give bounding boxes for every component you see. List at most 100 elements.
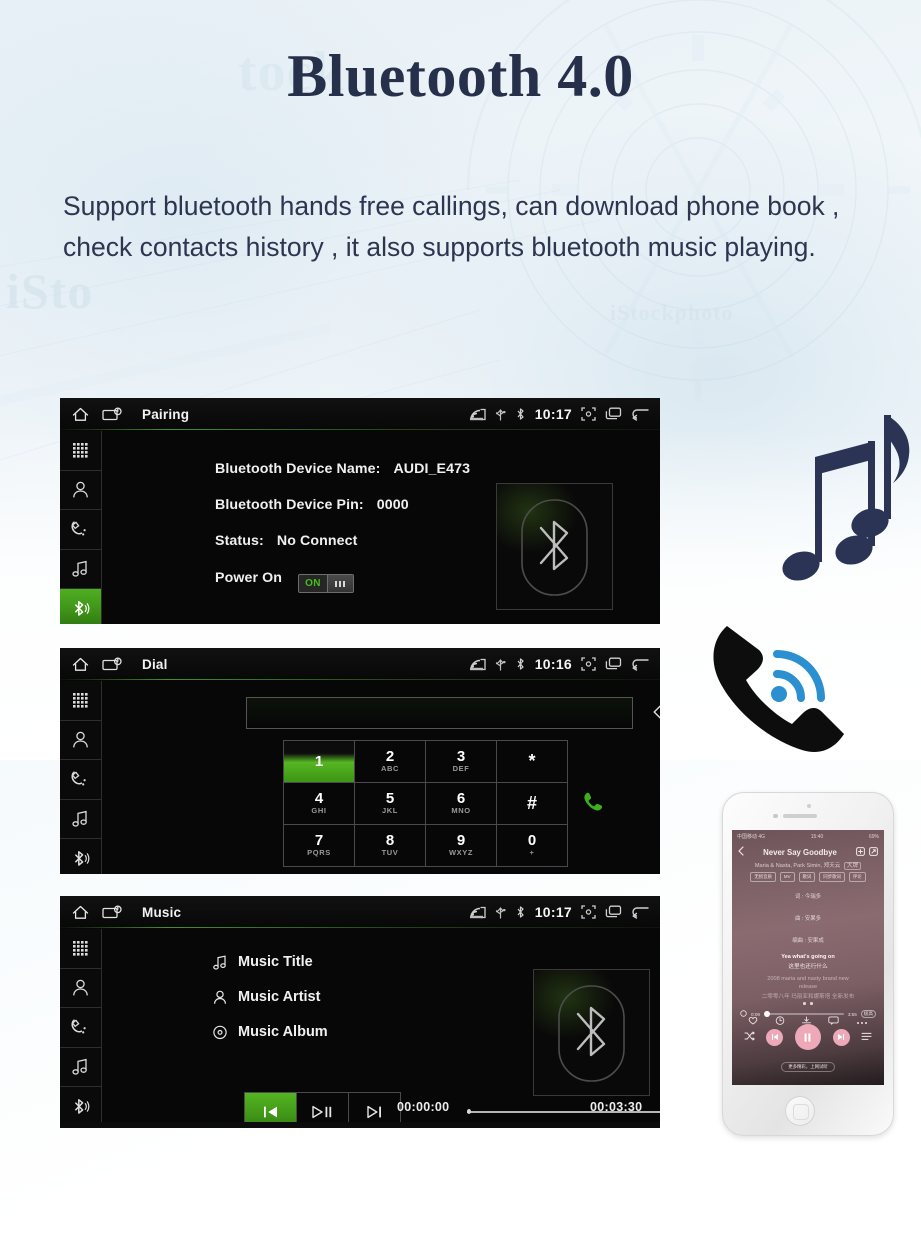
fullscreen-icon[interactable] [581,657,596,671]
back-arrow-icon[interactable] [631,407,649,421]
bluetooth-icon [515,407,526,421]
sidebar-item-call-history[interactable] [60,510,102,550]
bluetooth-logo-panel [496,483,613,610]
keypad-row: 1 2 ABC 3 DEF * [283,740,584,783]
sidebar-item-call-history[interactable] [60,760,102,800]
phone-tag[interactable]: 歌词 [798,872,816,882]
key-hash[interactable]: # [496,782,568,825]
phone-camera [773,813,778,818]
phone-speaker [783,814,817,818]
dial-screen-title: Dial [142,656,168,672]
phone-artist-names: Maria & Nasta, Park Simin, 郑天云 [754,863,841,869]
dial-sidebar [60,681,102,874]
phone-remaining-time: 3:55 [847,1011,857,1017]
fullscreen-icon[interactable] [581,407,596,421]
play-pause-button[interactable] [296,1092,349,1122]
key-9[interactable]: 9 WXYZ [425,824,497,867]
sidebar-item-music[interactable] [60,799,102,840]
phone-bottom-pill[interactable]: 更多精彩，上网试听 [732,1062,884,1072]
sidebar-item-call-history[interactable] [60,1008,102,1048]
phone-lyric-next2: release [798,984,818,990]
phone-back-icon[interactable] [738,843,744,861]
bluetooth-large-icon [521,499,588,596]
recent-apps-icon[interactable] [605,407,622,421]
usb-icon [495,407,506,421]
key-star[interactable]: * [496,740,568,783]
previous-track-button[interactable] [244,1092,297,1122]
usb-icon [495,905,506,919]
call-history-icon [71,521,86,536]
phone-previous-button[interactable] [766,1028,784,1046]
phone-transport-row [732,1024,884,1050]
eq-icon[interactable] [740,1010,747,1018]
dial-backspace-button[interactable]: x [639,697,660,727]
back-arrow-icon[interactable] [631,905,649,919]
key-4[interactable]: 4 GHI [283,782,355,825]
screen-power-icon[interactable] [102,657,123,672]
keypad-row: 4 GHI 5 JKL 6 MNO # [283,782,584,825]
sidebar-item-keypad[interactable] [60,431,102,471]
key-3[interactable]: 3 DEF [425,740,497,783]
call-button[interactable] [563,782,621,823]
sidebar-item-bluetooth[interactable] [60,839,102,874]
home-icon[interactable] [72,905,89,920]
phone-tag[interactable]: 同步歌词 [819,872,845,882]
sidebar-item-bluetooth[interactable] [60,589,102,624]
sidebar-item-contacts[interactable] [60,968,102,1009]
pairing-status-label: Status: [215,533,264,549]
sidebar-item-music[interactable] [60,549,102,590]
previous-track-icon [264,1106,277,1118]
sidebar-item-bluetooth[interactable] [60,1087,102,1122]
home-icon[interactable] [72,657,89,672]
screen-power-icon[interactable] [102,905,123,920]
home-icon[interactable] [72,407,89,422]
dial-body: x 1 2 ABC 3 DEF * [103,681,660,874]
phone-seek-row[interactable]: 0:09 3:55 极高 [740,1010,876,1018]
music-sidebar [60,929,102,1122]
fullscreen-icon[interactable] [581,905,596,919]
music-body: Music Title Music Artist Music Album 00:… [103,929,660,1122]
phone-artist-line: Maria & Nasta, Park Simin, 郑天云 大牌 [732,861,884,870]
shuffle-icon[interactable] [744,1028,755,1046]
phone-add-icon[interactable] [856,843,865,861]
key-6[interactable]: 6 MNO [425,782,497,825]
phone-next-button[interactable] [832,1028,850,1046]
sidebar-item-contacts[interactable] [60,470,102,511]
phone-call-waves-graphic [713,626,844,753]
key-2[interactable]: 2 ABC [354,740,426,783]
recent-apps-icon[interactable] [605,905,622,919]
bluetooth-icon [74,601,89,616]
smartphone-mockup: 中国移动 4G 15:40 69% Never Say Goodbye Mari… [722,792,894,1136]
phone-tag[interactable]: 评论 [848,872,866,882]
key-0[interactable]: 0 + [496,824,568,867]
sidebar-item-keypad[interactable] [60,929,102,969]
pairing-row-power: Power On ON [215,570,354,593]
music-title-label: Music Title [238,954,313,970]
phone-pause-button[interactable] [794,1024,821,1050]
sidebar-item-contacts[interactable] [60,720,102,761]
phone-credit-lyricist: 词 : 今瑞多 [794,894,822,900]
phone-share-icon[interactable] [869,843,878,861]
back-arrow-icon[interactable] [631,657,649,671]
power-toggle[interactable]: ON [298,574,354,593]
phone-home-button[interactable] [785,1096,815,1126]
music-title-row: Music Title [213,954,313,970]
music-total-time: 00:03:30 [590,1100,643,1114]
recent-apps-icon[interactable] [605,657,622,671]
key-1[interactable]: 1 [283,740,355,783]
phone-quality-badge[interactable]: 极高 [860,1010,876,1018]
key-8[interactable]: 8 TUV [354,824,426,867]
phone-tag[interactable]: MV [779,872,795,882]
music-icon [72,1058,87,1075]
play-pause-icon [312,1105,332,1119]
playlist-icon[interactable] [861,1028,872,1046]
screen-power-icon[interactable] [102,407,123,422]
sidebar-item-keypad[interactable] [60,681,102,721]
dial-number-input[interactable] [246,697,633,729]
next-track-button[interactable] [348,1092,401,1122]
key-7[interactable]: 7 PQRS [283,824,355,867]
phone-tag[interactable]: 无损音质 [750,872,776,882]
sidebar-item-music[interactable] [60,1047,102,1088]
key-5[interactable]: 5 JKL [354,782,426,825]
phone-progress-bar[interactable] [763,1011,844,1017]
